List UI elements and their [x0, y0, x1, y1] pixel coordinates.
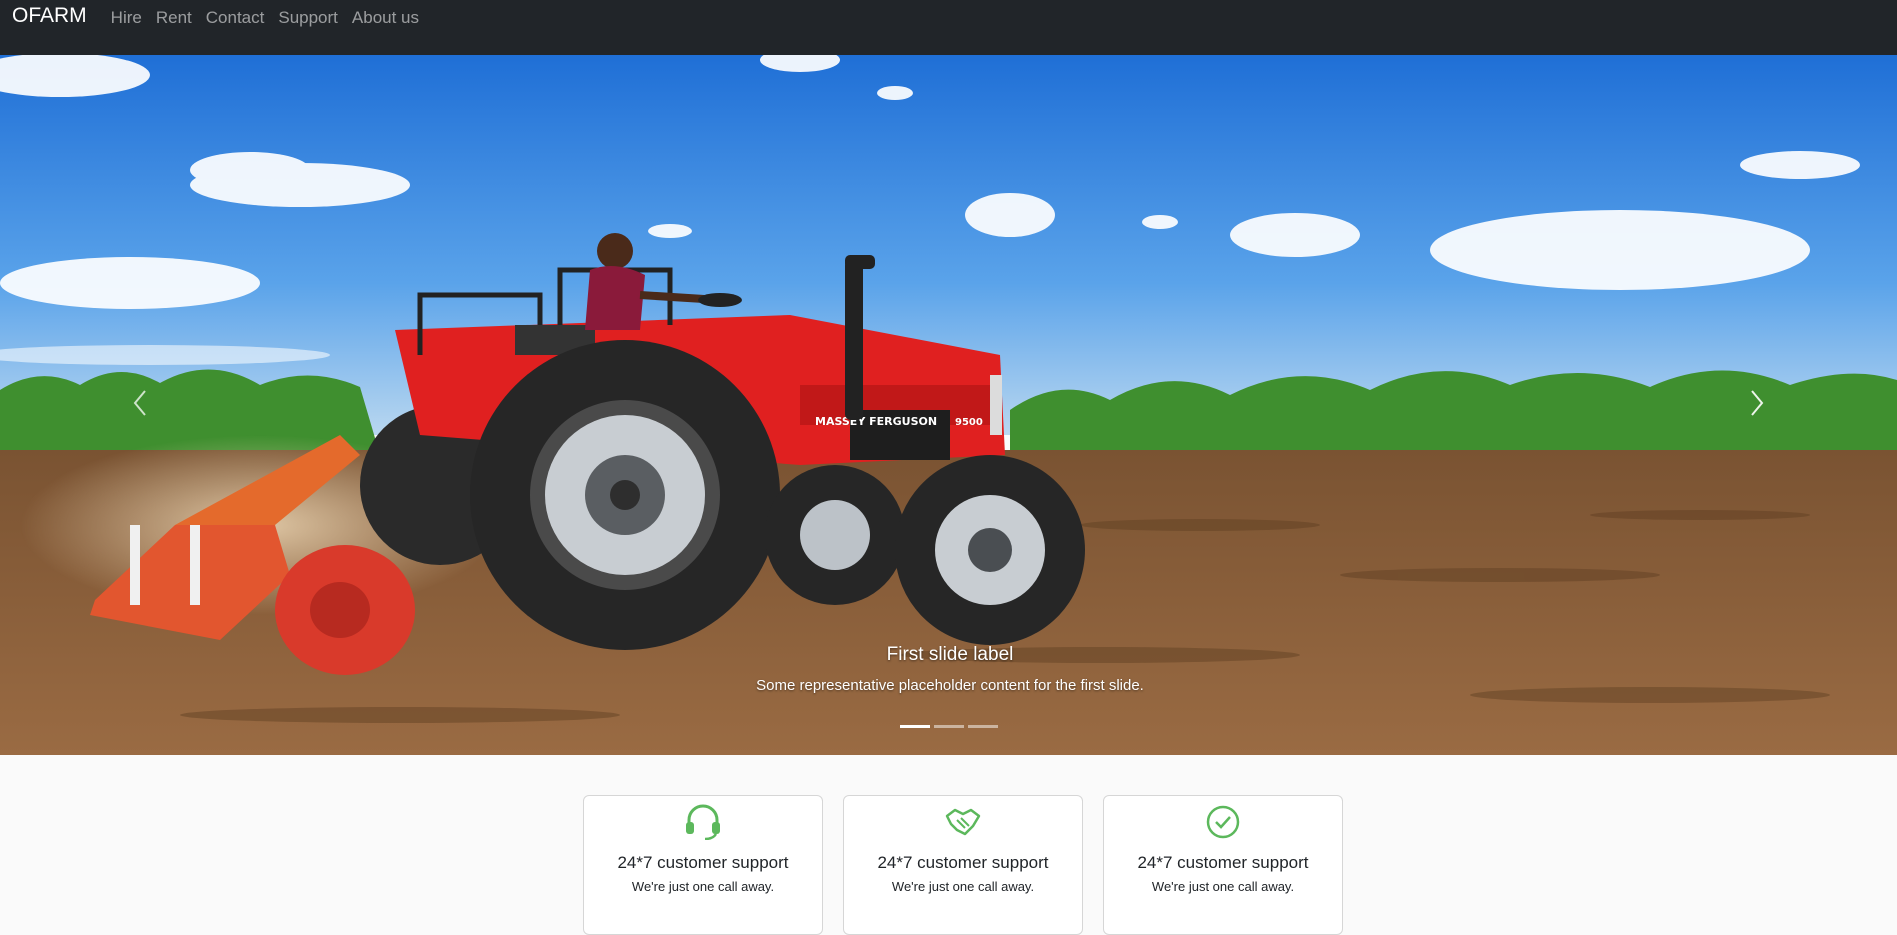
- handshake-icon: [844, 804, 1082, 840]
- nav-link-about-us[interactable]: About us: [352, 7, 419, 29]
- feature-desc: We're just one call away.: [631, 879, 775, 894]
- feature-cards: 24*7 customer support We're just one cal…: [583, 795, 1343, 935]
- top-navbar: OFARM Hire Rent Contact Support About us: [0, 0, 1897, 55]
- nav-link-contact[interactable]: Contact: [206, 7, 265, 29]
- slide-label: First slide label: [886, 644, 1014, 665]
- hero-carousel: MASSEY FERGUSON 9500 First slide label S…: [0, 55, 1897, 755]
- feature-title: 24*7 customer support: [877, 853, 1049, 872]
- nav-link-hire[interactable]: Hire: [111, 7, 142, 29]
- feature-card: 24*7 customer support We're just one cal…: [583, 795, 823, 935]
- headset-icon: [584, 804, 822, 841]
- feature-card: 24*7 customer support We're just one cal…: [1103, 795, 1343, 935]
- carousel-indicators: [0, 725, 1897, 728]
- carousel-indicator-2[interactable]: [933, 725, 964, 728]
- slide-text: Some representative placeholder content …: [756, 677, 1144, 694]
- feature-card: 24*7 customer support We're just one cal…: [843, 795, 1083, 935]
- carousel-indicator-1[interactable]: [899, 725, 930, 728]
- feature-title: 24*7 customer support: [1137, 853, 1309, 872]
- carousel-indicator-3[interactable]: [967, 725, 998, 728]
- feature-desc: We're just one call away.: [891, 879, 1035, 894]
- feature-title: 24*7 customer support: [617, 853, 789, 872]
- tractor-model-text: 9500: [955, 417, 983, 428]
- nav-link-rent[interactable]: Rent: [156, 7, 192, 29]
- nav-link-support[interactable]: Support: [278, 7, 338, 29]
- chevron-right-icon: [1749, 388, 1765, 423]
- brand-logo[interactable]: OFARM: [12, 5, 87, 27]
- chevron-left-icon: [132, 388, 148, 423]
- feature-desc: We're just one call away.: [1151, 879, 1295, 894]
- tractor-brand-text: MASSEY FERGUSON: [815, 415, 937, 428]
- check-circle-icon: [1104, 804, 1342, 840]
